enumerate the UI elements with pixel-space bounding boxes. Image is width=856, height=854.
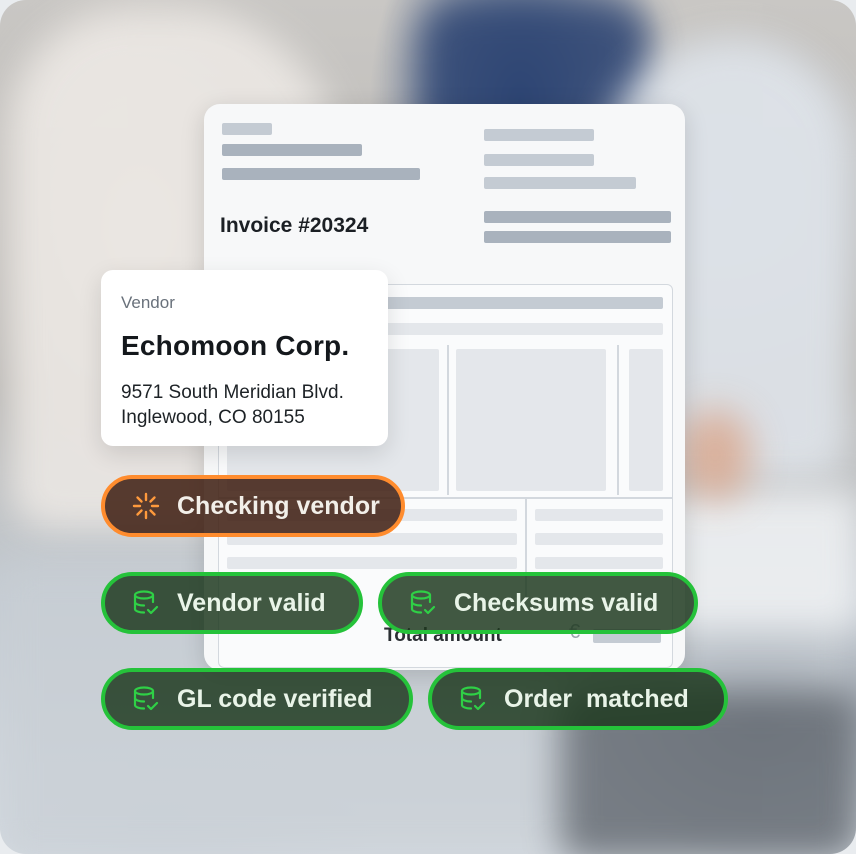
placeholder-line — [484, 211, 671, 223]
spinner-icon — [131, 491, 161, 521]
background-hand — [680, 410, 750, 500]
placeholder-line — [222, 123, 272, 135]
invoice-title: Invoice #20324 — [220, 214, 369, 237]
gl-code-verified-chip: GL code verified — [101, 668, 413, 730]
placeholder-line — [484, 177, 636, 189]
database-check-icon — [131, 684, 161, 714]
vendor-valid-chip: Vendor valid — [101, 572, 363, 634]
database-check-icon — [458, 684, 488, 714]
table-divider — [447, 345, 449, 495]
table-cell — [629, 349, 663, 491]
table-row — [227, 557, 517, 569]
vendor-address-line2: Inglewood, CO 80155 — [121, 407, 305, 428]
vendor-card: Vendor Echomoon Corp. 9571 South Meridia… — [101, 270, 388, 446]
database-check-icon — [131, 588, 161, 618]
placeholder-line — [484, 231, 671, 243]
placeholder-line — [484, 154, 594, 166]
hero-image-frame: Invoice #20324 Total amount € Vendor Ech… — [0, 0, 856, 854]
checksums-valid-chip: Checksums valid — [378, 572, 698, 634]
placeholder-line — [222, 144, 362, 156]
checksums-valid-label: Checksums valid — [454, 588, 659, 617]
table-cell — [456, 349, 606, 491]
checking-vendor-status-chip: Checking vendor — [101, 475, 405, 537]
vendor-label: Vendor — [121, 293, 175, 312]
vendor-name: Echomoon Corp. — [121, 330, 350, 361]
checking-vendor-label: Checking vendor — [177, 491, 380, 520]
placeholder-line — [484, 129, 594, 141]
vendor-address: 9571 South Meridian Blvd. Inglewood, CO … — [121, 380, 344, 430]
vendor-valid-label: Vendor valid — [177, 588, 326, 617]
table-row — [535, 533, 663, 545]
order-matched-label: Order matched — [504, 684, 689, 713]
gl-code-verified-label: GL code verified — [177, 684, 373, 713]
vendor-address-line1: 9571 South Meridian Blvd. — [121, 382, 344, 403]
table-row — [535, 509, 663, 521]
order-matched-chip: Order matched — [428, 668, 728, 730]
placeholder-line — [222, 168, 420, 180]
table-row — [535, 557, 663, 569]
table-divider — [617, 345, 619, 495]
database-check-icon — [408, 588, 438, 618]
